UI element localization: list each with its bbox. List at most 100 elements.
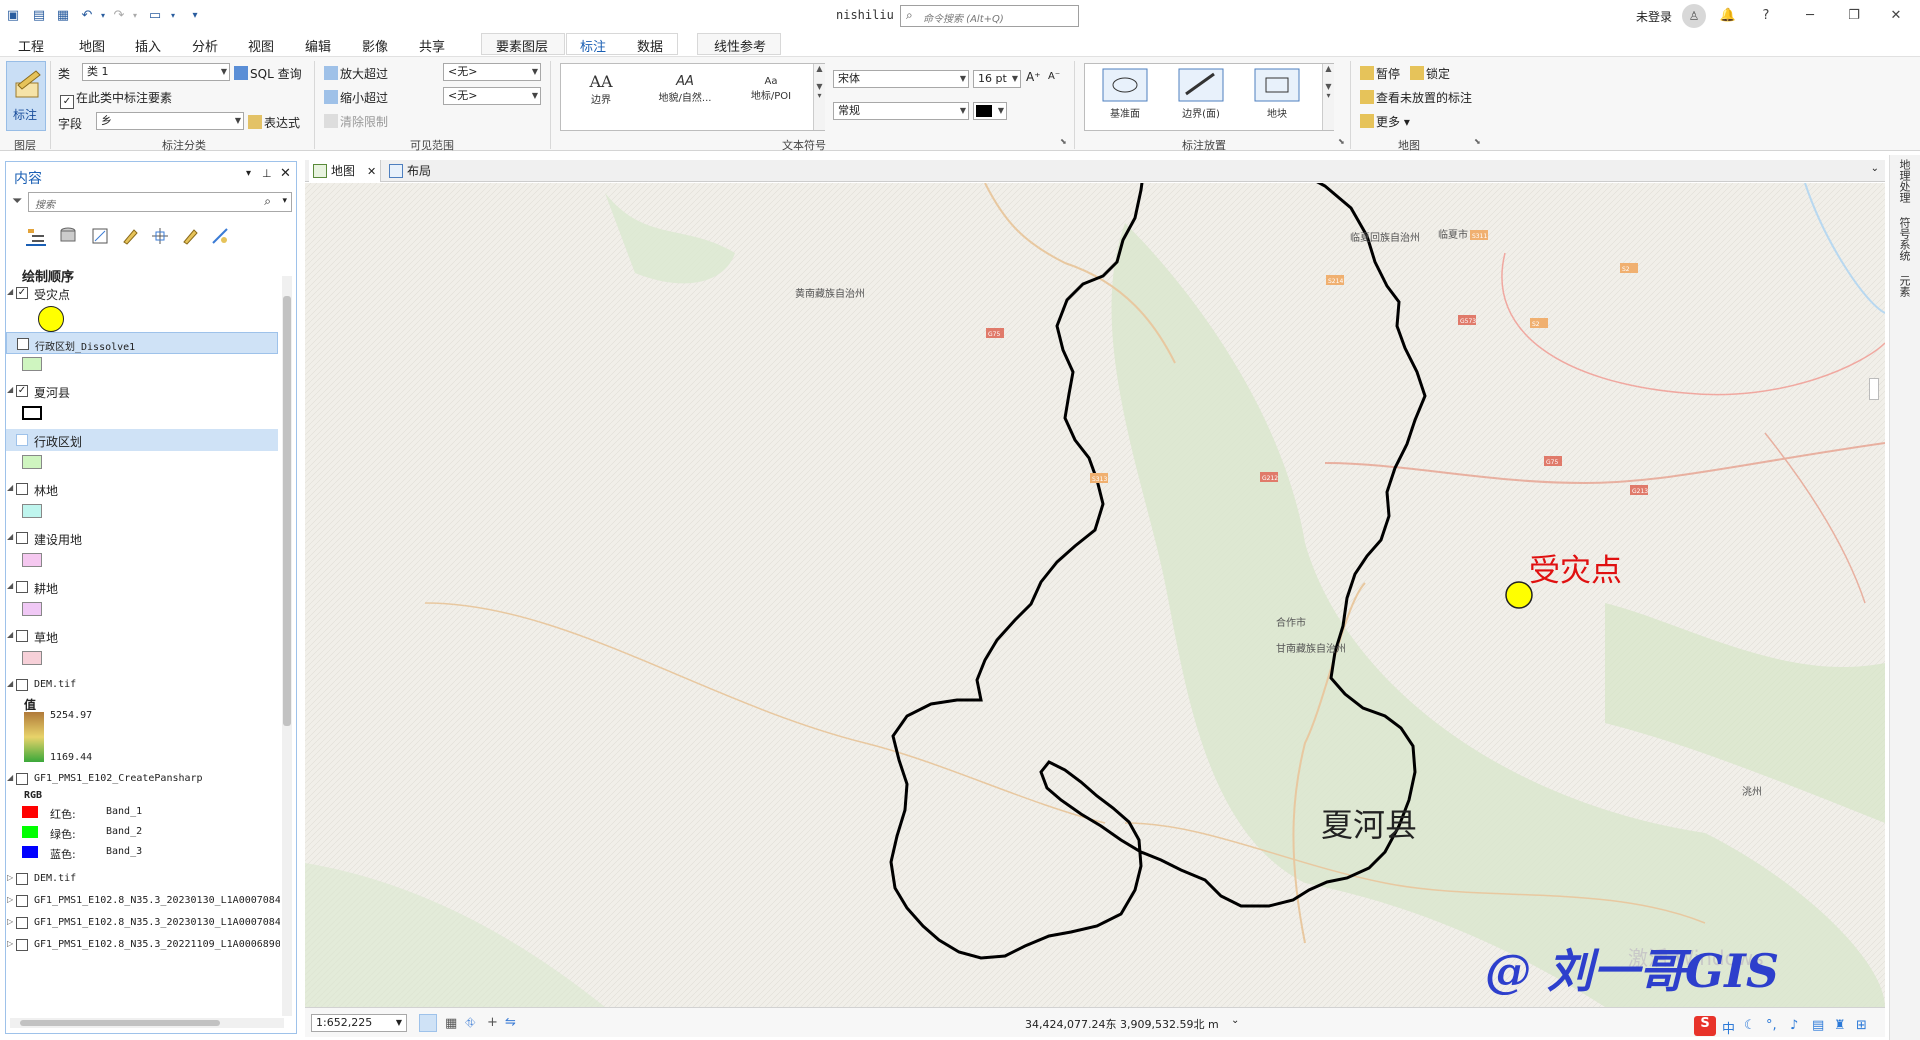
punctuation-icon[interactable]: °, (1766, 1018, 1777, 1033)
sql-query-button[interactable]: SQL 查询 (234, 65, 302, 82)
close-icon[interactable]: ✕ (1886, 6, 1906, 26)
tab-imagery[interactable]: 影像 (362, 36, 388, 55)
tab-layout-view[interactable]: 布局 (385, 160, 445, 182)
layer-item[interactable]: ◢ ✓ 夏河县 (6, 380, 278, 402)
layer-visibility-checkbox[interactable] (16, 679, 28, 691)
expand-icon[interactable]: ▷ (7, 895, 13, 904)
layer-visibility-checkbox[interactable] (16, 917, 28, 929)
zoom-in-beyond-button[interactable]: 放大超过 (324, 65, 388, 82)
collapse-icon[interactable]: ◢ (7, 773, 13, 782)
customize-qat-icon[interactable]: ▾ (186, 7, 204, 25)
clear-limits-button[interactable]: 清除限制 (324, 113, 388, 130)
list-by-snapping-icon[interactable] (150, 226, 170, 246)
ime-language[interactable]: 中 (1722, 1018, 1735, 1037)
polygon-symbol[interactable] (22, 455, 42, 469)
tab-element[interactable]: 元素 (1896, 275, 1912, 297)
filter-icon[interactable]: ⏷ (12, 194, 22, 209)
collapse-icon[interactable]: ◢ (7, 630, 13, 639)
layer-visibility-checkbox[interactable] (16, 630, 28, 642)
collapse-icon[interactable]: ◢ (7, 679, 13, 688)
open-project-icon[interactable]: ▤ (30, 7, 48, 25)
layer-visibility-checkbox[interactable] (16, 939, 28, 951)
pane-options-icon[interactable]: ▾ (246, 168, 251, 179)
list-by-editing-icon[interactable] (120, 226, 140, 246)
tab-map[interactable]: 地图 (79, 36, 105, 55)
avatar[interactable]: ♙ (1682, 4, 1706, 28)
toc-scrollbar[interactable] (282, 276, 292, 1016)
collapse-icon[interactable]: ◢ (7, 385, 13, 394)
refresh-icon[interactable]: ⇋ (505, 1015, 516, 1030)
list-by-drawing-order-icon[interactable] (26, 226, 46, 246)
tab-view[interactable]: 视图 (248, 36, 274, 55)
layer-visibility-checkbox[interactable] (16, 873, 28, 885)
layer-item[interactable]: ◢ 建设用地 (6, 527, 278, 549)
text-symbol-gallery[interactable]: AA 边界 AA 地貌/自然... Aa 地标/POI ▲ ▼ ▾ (560, 63, 825, 131)
expand-icon[interactable]: ▷ (7, 917, 13, 926)
tab-geoprocessing[interactable]: 地理处理 (1896, 159, 1912, 203)
tab-insert[interactable]: 插入 (135, 36, 161, 55)
layer-visibility-checkbox[interactable]: ✓ (16, 287, 28, 299)
save-icon[interactable]: ▦ (54, 7, 72, 25)
lock-labels-button[interactable]: 锁定 (1410, 65, 1450, 82)
layer-visibility-checkbox[interactable] (16, 581, 28, 593)
list-by-data-source-icon[interactable] (58, 226, 78, 246)
map-side-handle-grip[interactable] (1869, 378, 1879, 400)
scale-combo[interactable]: 1:652,225 ▼ (311, 1014, 407, 1032)
login-status[interactable]: 未登录 (1636, 8, 1672, 25)
help-button[interactable]: ? (1756, 6, 1776, 26)
layer-item[interactable]: ▷ GF1_PMS1_E102.8_N35.3_20230130_L1A00070… (6, 912, 280, 934)
shrink-font-icon[interactable]: A⁻ (1048, 71, 1060, 82)
layer-item[interactable]: ◢ GF1_PMS1_E102_CreatePansharp (6, 768, 278, 790)
toc-search-input[interactable]: 搜索 ⌕ ▾ (28, 192, 292, 212)
input-method-icon[interactable]: S (1694, 1016, 1716, 1036)
tab-analysis[interactable]: 分析 (192, 36, 218, 55)
close-tab-icon[interactable]: ✕ (367, 165, 376, 178)
chevron-down-icon[interactable]: ⌄ (1871, 163, 1879, 174)
tab-feature-layer[interactable]: 要素图层 (496, 36, 548, 55)
grid-icon[interactable]: ▦ (445, 1016, 457, 1031)
layer-item[interactable]: 行政区划 (6, 429, 278, 451)
layer-visibility-checkbox[interactable] (16, 434, 28, 446)
placement-launcher-icon[interactable]: ⬊ (1338, 137, 1345, 146)
tab-labeling[interactable]: 标注 (580, 36, 607, 58)
label-features-in-class-checkbox[interactable]: ✓ 在此类中标注要素 (60, 89, 172, 109)
layer-item[interactable]: ◢ ✓ 受灾点 (6, 282, 278, 304)
notification-icon[interactable]: 🔔 (1718, 6, 1738, 26)
gallery-scroll[interactable]: ▲ ▼ ▾ (1322, 64, 1334, 130)
layer-visibility-checkbox[interactable] (16, 895, 28, 907)
toc-hscrollbar[interactable] (10, 1018, 284, 1028)
layer-visibility-checkbox[interactable] (16, 483, 28, 495)
map-view[interactable]: G213S203S308S309S312S311G213S306S311S306… (305, 183, 1885, 1007)
placement-item-parcel[interactable]: 地块 (1251, 68, 1303, 120)
pause-labeling-button[interactable]: 暂停 (1360, 65, 1400, 82)
view-unplaced-button[interactable]: 查看未放置的标注 (1360, 89, 1472, 106)
text-symbol-item-poi[interactable]: Aa 地标/POI (739, 76, 803, 102)
expand-icon[interactable]: ▷ (7, 939, 13, 948)
layer-item[interactable]: ▷ GF1_PMS1_E102.8_N35.3_20230130_L1A00070… (6, 890, 280, 912)
collapse-icon[interactable]: ◢ (7, 581, 13, 590)
keyboard-icon[interactable]: ▤ (1812, 1018, 1824, 1033)
grid-tray-icon[interactable]: ⊞ (1856, 1018, 1867, 1033)
zoom-out-beyond-button[interactable]: 缩小超过 (324, 89, 388, 106)
close-pane-icon[interactable]: ✕ (280, 166, 291, 181)
restore-icon[interactable]: ❐ (1844, 6, 1864, 26)
screen-icon[interactable]: ▭ (146, 7, 164, 25)
layer-visibility-checkbox[interactable] (16, 773, 28, 785)
expand-icon[interactable]: ▷ (7, 873, 13, 882)
layer-visibility-checkbox[interactable] (16, 532, 28, 544)
toc-scrollbar-thumb[interactable] (283, 296, 291, 726)
tab-data[interactable]: 数据 (637, 36, 663, 55)
layer-visibility-checkbox[interactable]: ✓ (16, 385, 28, 397)
list-by-selection-icon[interactable] (90, 226, 110, 246)
layer-item[interactable]: ▷ DEM.tif (6, 868, 278, 890)
tab-symbology[interactable]: 符号系统 (1896, 217, 1912, 261)
layer-item[interactable]: ◢ DEM.tif (6, 674, 278, 696)
layer-item[interactable]: ◢ 草地 (6, 625, 278, 647)
map-side-handle[interactable] (1869, 358, 1879, 418)
navigation-icon[interactable]: ⛗ (465, 1016, 475, 1031)
snapping-icon[interactable]: + (487, 1015, 498, 1030)
layer-item[interactable]: ▷ GF1_PMS1_E102.8_N35.3_20221109_L1A00068… (6, 934, 280, 956)
class-combo[interactable]: 类 1 ▼ (82, 63, 230, 81)
label-placement-gallery[interactable]: 基准面 边界(面) 地块 ▲ ▼ ▾ (1084, 63, 1334, 131)
chevron-down-icon[interactable]: ⌄ (1231, 1015, 1239, 1026)
